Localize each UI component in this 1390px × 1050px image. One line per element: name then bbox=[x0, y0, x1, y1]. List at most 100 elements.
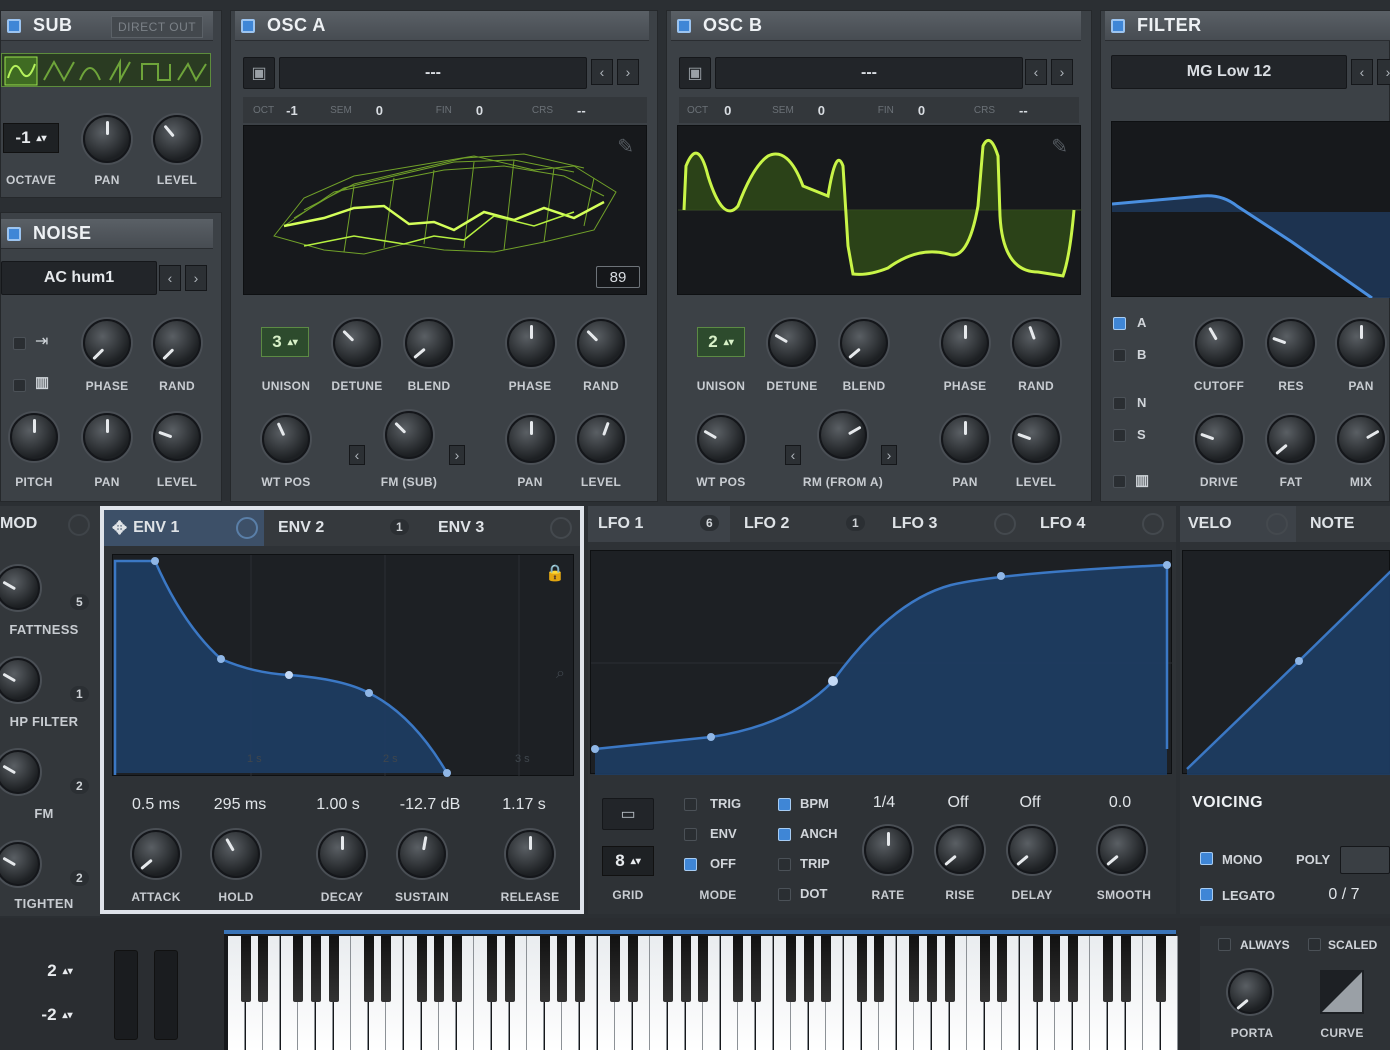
black-key[interactable] bbox=[539, 936, 550, 1002]
poly-voices-field[interactable] bbox=[1340, 846, 1390, 874]
mono-toggle[interactable] bbox=[1200, 852, 1213, 865]
osc-a-fm-next-button[interactable]: › bbox=[449, 445, 465, 465]
decay-value[interactable]: 1.00 s bbox=[316, 796, 360, 814]
osc-a-preset-display[interactable]: --- bbox=[279, 57, 587, 89]
black-key[interactable] bbox=[680, 936, 691, 1002]
osc-a-unison-stepper[interactable]: 3 ▴▾ bbox=[261, 327, 309, 357]
lfo-delay-value[interactable]: Off bbox=[1019, 794, 1040, 812]
noise-keytrack-toggle[interactable] bbox=[13, 337, 26, 350]
filter-route-s-toggle[interactable] bbox=[1113, 429, 1126, 442]
osc-a-pan-knob[interactable] bbox=[507, 415, 555, 463]
lfo1-tab[interactable]: LFO 1 6 bbox=[588, 506, 730, 542]
filter-fat-knob[interactable] bbox=[1267, 415, 1315, 463]
black-key[interactable] bbox=[311, 936, 321, 1002]
osc-a-oct-value[interactable]: -1 bbox=[286, 103, 330, 118]
black-key[interactable] bbox=[944, 936, 955, 1002]
octave-stepper[interactable]: -1 ▴▾ bbox=[3, 123, 59, 153]
black-key[interactable] bbox=[698, 936, 709, 1002]
release-value[interactable]: 1.17 s bbox=[502, 796, 546, 814]
noise-next-button[interactable]: › bbox=[185, 265, 207, 291]
lfo-preset-folder-button[interactable]: ▭ bbox=[602, 798, 654, 830]
lfo-smooth-value[interactable]: 0.0 bbox=[1109, 794, 1131, 812]
attack-knob[interactable] bbox=[132, 830, 180, 878]
filter-drive-knob[interactable] bbox=[1195, 415, 1243, 463]
osc-a-wt-frame[interactable]: 89 bbox=[596, 266, 640, 288]
attack-value[interactable]: 0.5 ms bbox=[132, 796, 180, 814]
direct-out-button[interactable]: DIRECT OUT bbox=[111, 16, 204, 38]
noise-preset-display[interactable]: AC hum1 bbox=[1, 261, 157, 295]
black-key[interactable] bbox=[1103, 936, 1113, 1002]
sustain-value[interactable]: -12.7 dB bbox=[400, 796, 460, 814]
black-key[interactable] bbox=[627, 936, 638, 1002]
osc-b-preset-display[interactable]: --- bbox=[715, 57, 1023, 89]
osc-a-blend-knob[interactable] bbox=[405, 319, 453, 367]
black-key[interactable] bbox=[1050, 936, 1061, 1002]
pitch-wheel[interactable] bbox=[114, 950, 138, 1040]
osc-a-prev-button[interactable]: ‹ bbox=[591, 59, 613, 85]
mod-power-icon[interactable] bbox=[68, 514, 90, 536]
black-key[interactable] bbox=[733, 936, 744, 1002]
osc-b-blend-knob[interactable] bbox=[840, 319, 888, 367]
osc-b-phase-knob[interactable] bbox=[941, 319, 989, 367]
lfo3-tab[interactable]: LFO 3 bbox=[882, 506, 1024, 542]
env2-tab[interactable]: ENV 2 1 bbox=[268, 510, 418, 546]
filter-prev-button[interactable]: ‹ bbox=[1351, 59, 1373, 85]
note-tab[interactable]: NOTE bbox=[1302, 506, 1390, 542]
osc-a-edit-icon[interactable]: ✎ bbox=[617, 134, 634, 159]
black-key[interactable] bbox=[381, 936, 392, 1002]
black-key[interactable] bbox=[258, 936, 269, 1002]
hold-value[interactable]: 295 ms bbox=[214, 796, 266, 814]
osc-b-sem-value[interactable]: 0 bbox=[818, 103, 878, 118]
black-key[interactable] bbox=[1067, 936, 1078, 1002]
osc-b-save-button[interactable]: ▣ bbox=[679, 57, 711, 89]
bpm-toggle[interactable] bbox=[778, 798, 791, 811]
osc-a-next-button[interactable]: › bbox=[617, 59, 639, 85]
lfo-delay-knob[interactable] bbox=[1008, 826, 1056, 874]
black-key[interactable] bbox=[416, 936, 427, 1002]
osc-b-wtpos-knob[interactable] bbox=[697, 415, 745, 463]
velo-graph[interactable] bbox=[1182, 550, 1390, 775]
black-key[interactable] bbox=[927, 936, 937, 1002]
mode-env-toggle[interactable] bbox=[684, 828, 697, 841]
legato-toggle[interactable] bbox=[1200, 888, 1213, 901]
osc-a-wtpos-knob[interactable] bbox=[262, 415, 310, 463]
osc-a-crs-value[interactable]: -- bbox=[577, 103, 586, 118]
osc-b-next-button[interactable]: › bbox=[1051, 59, 1073, 85]
lfo-rise-knob[interactable] bbox=[936, 826, 984, 874]
noise-level-knob[interactable] bbox=[153, 413, 201, 461]
osc-b-fin-value[interactable]: 0 bbox=[918, 103, 974, 118]
osc-a-phase-knob[interactable] bbox=[507, 319, 555, 367]
filter-type-display[interactable]: MG Low 12 bbox=[1111, 55, 1347, 89]
black-key[interactable] bbox=[328, 936, 339, 1002]
hold-knob[interactable] bbox=[212, 830, 260, 878]
lfo2-tab[interactable]: LFO 2 1 bbox=[734, 506, 876, 542]
filter-pan-knob[interactable] bbox=[1337, 319, 1385, 367]
mode-off-toggle[interactable] bbox=[684, 858, 697, 871]
black-key[interactable] bbox=[451, 936, 462, 1002]
lfo-rise-value[interactable]: Off bbox=[947, 794, 968, 812]
black-key[interactable] bbox=[874, 936, 885, 1002]
black-key[interactable] bbox=[293, 936, 304, 1002]
sub-enable-checkbox[interactable] bbox=[7, 18, 21, 33]
black-key[interactable] bbox=[487, 936, 497, 1002]
mod-fattness-knob[interactable] bbox=[0, 566, 40, 610]
filter-enable-checkbox[interactable] bbox=[1111, 18, 1125, 33]
black-key[interactable] bbox=[575, 936, 585, 1002]
black-key[interactable] bbox=[856, 936, 867, 1002]
black-key[interactable] bbox=[240, 936, 251, 1002]
sub-level-knob[interactable] bbox=[153, 115, 201, 163]
release-knob[interactable] bbox=[506, 830, 554, 878]
osc-b-edit-icon[interactable]: ✎ bbox=[1051, 134, 1068, 159]
filter-route-b-toggle[interactable] bbox=[1113, 349, 1126, 362]
env-zoom-icon[interactable]: ⌕ bbox=[556, 665, 565, 683]
black-key[interactable] bbox=[557, 936, 568, 1002]
osc-a-enable-checkbox[interactable] bbox=[241, 18, 255, 33]
osc-a-save-button[interactable]: ▣ bbox=[243, 57, 275, 89]
mod-tighten-knob[interactable] bbox=[0, 842, 40, 886]
black-key[interactable] bbox=[610, 936, 621, 1002]
lfo-rate-value[interactable]: 1/4 bbox=[873, 794, 895, 812]
sub-waveform-selector[interactable] bbox=[1, 53, 211, 87]
osc-b-unison-stepper[interactable]: 2 ▴▾ bbox=[697, 327, 745, 357]
filter-keytrack-toggle[interactable] bbox=[1113, 475, 1126, 488]
osc-b-rm-knob[interactable] bbox=[819, 411, 867, 459]
